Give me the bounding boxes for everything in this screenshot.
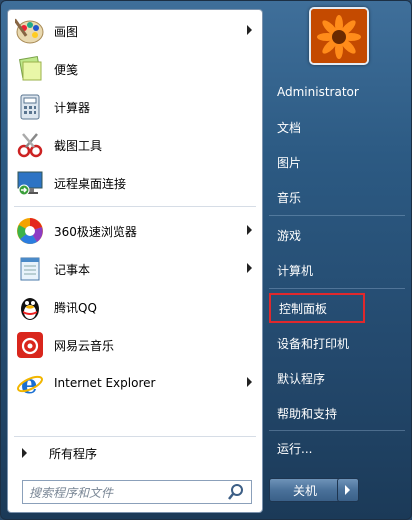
search-input[interactable]: 搜索程序和文件 — [29, 484, 227, 501]
menu-item-label: Internet Explorer — [54, 376, 156, 390]
sticky-notes-icon — [12, 51, 48, 87]
separator — [269, 288, 405, 289]
start-menu: 画图 便笺 计算器 截图工具 远程桌面连接 360极速浏览器 记事本 腾讯QQ … — [0, 0, 412, 520]
menu-item-notepad[interactable]: 记事本 — [8, 250, 262, 288]
menu-item-label: 计算器 — [54, 100, 91, 115]
link-label: 控制面板 — [279, 301, 328, 316]
submenu-arrow-icon — [247, 225, 252, 235]
link-label: 计算机 — [277, 263, 314, 278]
link-pictures[interactable]: 图片 — [269, 147, 405, 177]
menu-item-qq[interactable]: 腾讯QQ — [8, 288, 262, 326]
menu-item-label: 360极速浏览器 — [54, 224, 137, 239]
menu-item-label: 记事本 — [54, 262, 91, 277]
shutdown-button[interactable]: 关机 — [269, 478, 341, 502]
link-label: 游戏 — [277, 228, 302, 243]
menu-item-label: 截图工具 — [54, 138, 103, 153]
chevron-right-icon — [345, 485, 350, 495]
link-label: 运行... — [277, 441, 313, 456]
expand-arrow-icon — [22, 448, 27, 458]
link-label: 设备和打印机 — [277, 336, 350, 351]
shutdown-options-button[interactable] — [337, 478, 359, 502]
netease-music-icon — [12, 327, 48, 363]
menu-item-label: 便笺 — [54, 62, 79, 77]
menu-item-calculator[interactable]: 计算器 — [8, 88, 262, 126]
submenu-arrow-icon — [247, 377, 252, 387]
search-icon[interactable] — [227, 483, 245, 501]
link-music[interactable]: 音乐 — [269, 182, 405, 212]
link-label: 图片 — [277, 155, 302, 170]
menu-item-label: 画图 — [54, 24, 79, 39]
menu-item-netease-music[interactable]: 网易云音乐 — [8, 326, 262, 364]
link-label: 默认程序 — [277, 371, 326, 386]
all-programs-button[interactable]: 所有程序 — [8, 440, 262, 466]
menu-item-remote-desktop[interactable]: 远程桌面连接 — [8, 164, 262, 202]
separator — [269, 215, 405, 216]
snipping-tool-icon — [12, 127, 48, 163]
menu-item-360-browser[interactable]: 360极速浏览器 — [8, 212, 262, 250]
link-label: 帮助和支持 — [277, 406, 338, 421]
link-label: 文档 — [277, 120, 302, 135]
link-computer[interactable]: 计算机 — [269, 255, 405, 285]
menu-item-snipping-tool[interactable]: 截图工具 — [8, 126, 262, 164]
menu-item-label: 网易云音乐 — [54, 338, 115, 353]
link-devices-printers[interactable]: 设备和打印机 — [269, 328, 405, 358]
link-control-panel[interactable]: 控制面板 — [269, 293, 365, 323]
menu-item-sticky-notes[interactable]: 便笺 — [8, 50, 262, 88]
menu-item-label: 远程桌面连接 — [54, 176, 127, 191]
menu-item-internet-explorer[interactable]: e Internet Explorer — [8, 364, 262, 402]
left-pane: 画图 便笺 计算器 截图工具 远程桌面连接 360极速浏览器 记事本 腾讯QQ … — [7, 9, 263, 513]
separator — [14, 436, 256, 437]
link-label: 音乐 — [277, 190, 302, 205]
link-games[interactable]: 游戏 — [269, 220, 405, 250]
submenu-arrow-icon — [247, 25, 252, 35]
right-pane: Administrator 文档 图片 音乐 游戏 计算机 控制面板 设备和打印… — [263, 1, 411, 519]
all-programs-label: 所有程序 — [49, 446, 98, 461]
separator — [14, 206, 256, 207]
user-name: Administrator — [277, 85, 359, 99]
calculator-icon — [12, 89, 48, 125]
internet-explorer-icon: e — [12, 365, 48, 401]
user-name-link[interactable]: Administrator — [269, 77, 405, 107]
link-default-programs[interactable]: 默认程序 — [269, 363, 405, 393]
submenu-arrow-icon — [247, 263, 252, 273]
menu-item-label: 腾讯QQ — [54, 300, 97, 315]
flower-icon — [311, 9, 367, 63]
paint-palette-icon — [12, 13, 48, 49]
link-documents[interactable]: 文档 — [269, 112, 405, 142]
link-run[interactable]: 运行... — [269, 433, 405, 463]
notepad-icon — [12, 251, 48, 287]
search-box[interactable]: 搜索程序和文件 — [22, 480, 252, 504]
link-help-support[interactable]: 帮助和支持 — [269, 398, 405, 428]
browser-360-icon — [12, 213, 48, 249]
qq-penguin-icon — [12, 289, 48, 325]
shutdown-label: 关机 — [292, 483, 317, 498]
remote-desktop-icon — [12, 165, 48, 201]
separator — [269, 430, 405, 431]
menu-item-paint[interactable]: 画图 — [8, 12, 262, 50]
user-avatar[interactable] — [309, 7, 369, 65]
svg-text:e: e — [21, 370, 38, 398]
